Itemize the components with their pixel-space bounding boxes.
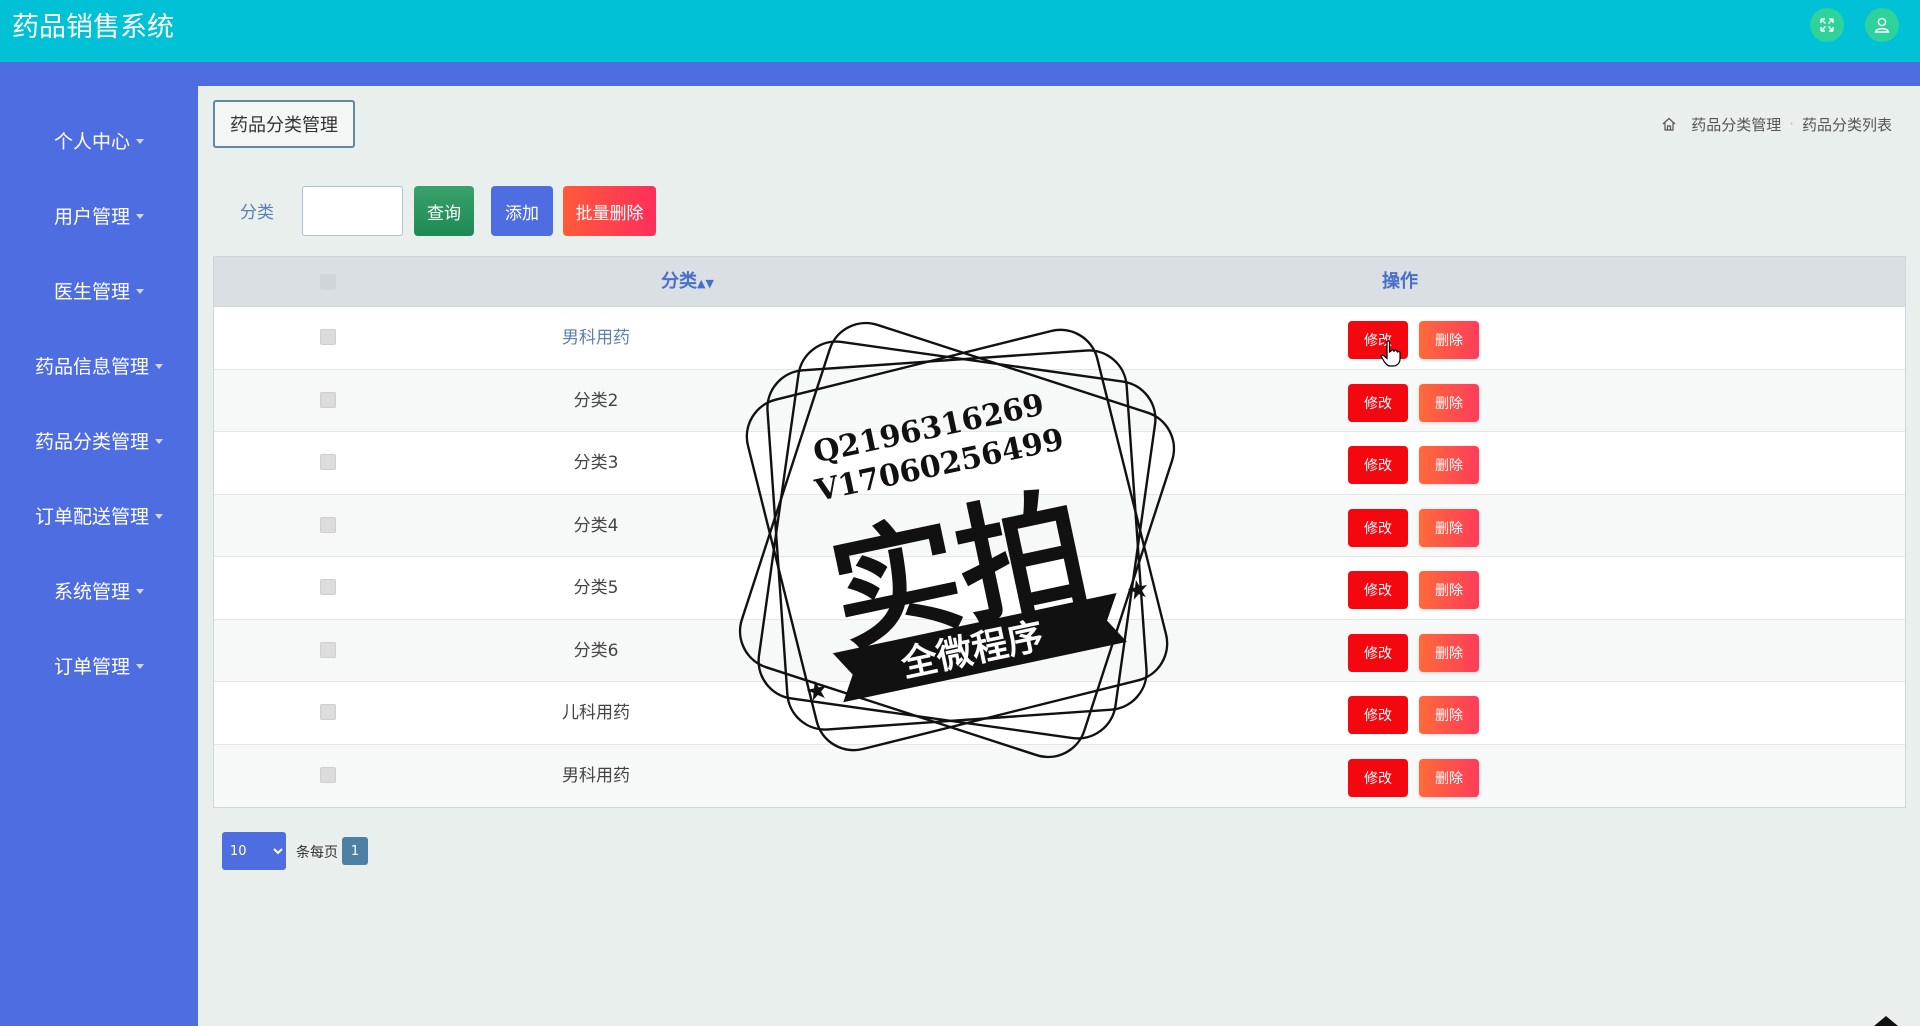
row-checkbox[interactable] — [320, 329, 336, 345]
scroll-top-icon[interactable] — [1874, 1016, 1898, 1026]
delete-button[interactable]: 删除 — [1419, 633, 1479, 672]
caret-down-icon — [136, 663, 144, 669]
category-name: 分类5 — [573, 578, 619, 598]
sidebar-item-label: 用户管理 — [53, 205, 130, 228]
sidebar-item-system-management[interactable]: 系统管理 — [0, 570, 198, 610]
breadcrumb-separator: · — [1789, 115, 1794, 133]
per-page-label: 条每页 — [296, 845, 338, 861]
fullscreen-icon[interactable] — [1810, 8, 1844, 42]
table-row: 男科用药 修改 删除 — [214, 307, 1905, 370]
caret-down-icon — [155, 438, 163, 444]
sidebar-item-label: 系统管理 — [53, 580, 130, 603]
page-size-select[interactable]: 10 — [222, 832, 286, 870]
home-icon[interactable] — [1661, 116, 1677, 132]
user-icon[interactable] — [1865, 8, 1899, 42]
batch-delete-button[interactable]: 批量删除 — [563, 186, 656, 236]
category-name: 分类4 — [573, 515, 619, 536]
delete-button[interactable]: 删除 — [1419, 321, 1479, 359]
caret-down-icon — [136, 213, 144, 219]
table-row: 儿科用药 修改 删除 — [214, 682, 1905, 745]
sidebar-item-user-management[interactable]: 用户管理 — [0, 195, 198, 235]
table-row: 分类3 修改 删除 — [214, 432, 1905, 495]
sort-icon: ▲▼ — [697, 277, 714, 290]
header-strip — [0, 62, 1920, 86]
sidebar-item-drug-info-management[interactable]: 药品信息管理 — [0, 345, 198, 385]
fullscreen-icon-glyph — [1820, 18, 1834, 32]
sidebar-item-order-delivery-management[interactable]: 订单配送管理 — [0, 495, 198, 535]
category-search-input[interactable] — [302, 186, 403, 236]
row-checkbox[interactable] — [320, 641, 336, 658]
row-checkbox[interactable] — [320, 454, 336, 470]
delete-button[interactable]: 删除 — [1419, 758, 1479, 797]
sidebar-item-personal-center[interactable]: 个人中心 — [0, 120, 198, 160]
category-name: 儿科用药 — [562, 703, 630, 723]
sidebar-item-label: 药品分类管理 — [34, 430, 149, 453]
page-number-button[interactable]: 1 — [342, 837, 368, 865]
table-row: 分类5 修改 删除 — [214, 557, 1905, 620]
sidebar-item-label: 药品信息管理 — [34, 355, 149, 378]
table-header: 分类▲▼ 操作 — [214, 257, 1905, 307]
edit-button[interactable]: 修改 — [1348, 758, 1408, 797]
edit-button[interactable]: 修改 — [1348, 571, 1408, 609]
sidebar-item-label: 订单管理 — [53, 655, 130, 678]
table-body: 男科用药 修改 删除 分类2 修改 删除 分类3 修改 删除 分类4 修改 删除 — [214, 307, 1905, 807]
edit-button[interactable]: 修改 — [1348, 633, 1408, 672]
table-row: 男科用药 修改 删除 — [214, 744, 1905, 807]
page-title: 药品分类管理 — [213, 100, 355, 148]
breadcrumb-item-category-management[interactable]: 药品分类管理 — [1691, 114, 1781, 135]
sidebar-item-label: 个人中心 — [53, 130, 130, 153]
sidebar-item-doctor-management[interactable]: 医生管理 — [0, 270, 198, 310]
select-all-checkbox[interactable] — [320, 274, 336, 290]
app-title: 药品销售系统 — [12, 12, 174, 43]
sidebar-item-order-management[interactable]: 订单管理 — [0, 645, 198, 685]
category-name: 男科用药 — [562, 328, 630, 348]
sidebar-item-label: 订单配送管理 — [34, 505, 149, 528]
main-content: 药品分类管理 药品分类管理 · 药品分类列表 分类 查询 添加 批量删除 分类▲… — [198, 86, 1920, 1026]
delete-button[interactable]: 删除 — [1419, 696, 1479, 734]
row-checkbox[interactable] — [320, 766, 336, 783]
edit-button[interactable]: 修改 — [1348, 383, 1408, 422]
column-header-label: 分类 — [661, 271, 697, 292]
caret-down-icon — [155, 513, 163, 519]
search-label: 分类 — [240, 203, 274, 223]
sidebar-item-label: 医生管理 — [53, 280, 130, 303]
add-button[interactable]: 添加 — [491, 186, 553, 236]
top-header: 药品销售系统 — [0, 0, 1920, 62]
delete-button[interactable]: 删除 — [1419, 508, 1479, 547]
caret-down-icon — [136, 138, 144, 144]
category-table: 分类▲▼ 操作 男科用药 修改 删除 分类2 修改 删除 分类3 修改 删除 分… — [213, 256, 1906, 808]
category-name: 分类2 — [573, 390, 619, 411]
delete-button[interactable]: 删除 — [1419, 446, 1479, 484]
sidebar: 个人中心 用户管理 医生管理 药品信息管理 药品分类管理 订单配送管理 系统管理… — [0, 86, 198, 1026]
category-name: 分类6 — [573, 640, 619, 661]
breadcrumb-item-category-list: 药品分类列表 — [1801, 115, 1892, 134]
delete-button[interactable]: 删除 — [1419, 383, 1479, 422]
delete-button[interactable]: 删除 — [1419, 571, 1479, 609]
edit-button[interactable]: 修改 — [1348, 696, 1408, 734]
row-checkbox[interactable] — [320, 391, 336, 408]
caret-down-icon — [136, 588, 144, 594]
sidebar-item-drug-category-management[interactable]: 药品分类管理 — [0, 420, 198, 460]
breadcrumb: 药品分类管理 · 药品分类列表 — [1661, 114, 1892, 134]
edit-button[interactable]: 修改 — [1348, 321, 1408, 359]
edit-button[interactable]: 修改 — [1348, 508, 1408, 547]
row-checkbox[interactable] — [320, 579, 336, 595]
category-name: 男科用药 — [562, 765, 630, 786]
table-row: 分类2 修改 删除 — [214, 369, 1905, 432]
row-checkbox[interactable] — [320, 516, 336, 533]
row-checkbox[interactable] — [320, 704, 336, 720]
category-name: 分类3 — [573, 453, 619, 473]
column-header-category[interactable]: 分类▲▼ — [661, 257, 714, 307]
user-icon-glyph — [1874, 17, 1890, 33]
query-button[interactable]: 查询 — [414, 186, 474, 236]
edit-button[interactable]: 修改 — [1348, 446, 1408, 484]
table-row: 分类4 修改 删除 — [214, 494, 1905, 557]
column-header-actions: 操作 — [1382, 271, 1418, 292]
caret-down-icon — [155, 363, 163, 369]
table-row: 分类6 修改 删除 — [214, 619, 1905, 682]
caret-down-icon — [136, 288, 144, 294]
